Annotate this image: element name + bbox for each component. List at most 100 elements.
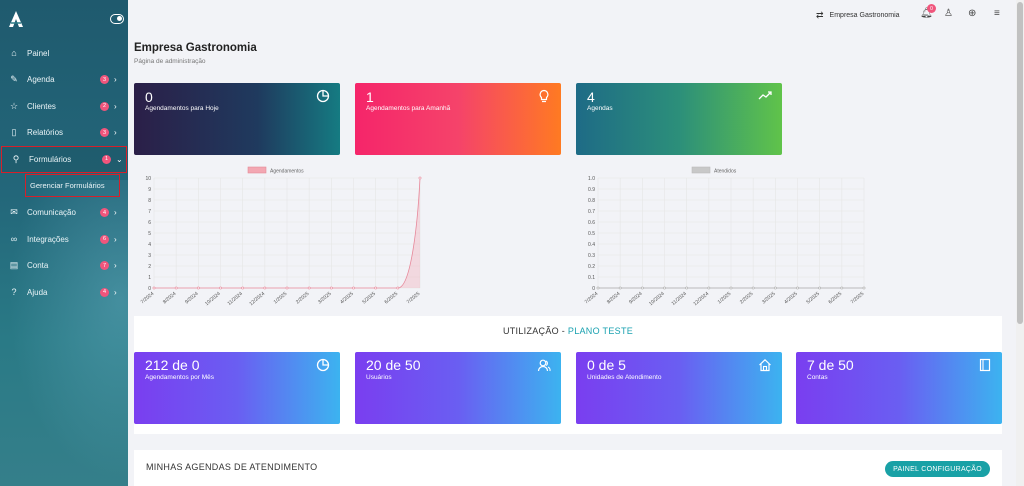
usage-card-unidades[interactable]: 0 de 5 Unidades de Atendimento	[576, 352, 782, 424]
sidebar-item-label: Comunicação	[27, 208, 76, 218]
help-icon: ?	[11, 287, 17, 298]
y-tick-label: 9	[148, 187, 151, 193]
x-tick-label: 12/2024	[692, 291, 710, 307]
users-icon	[537, 359, 551, 372]
usage-card-contas[interactable]: 7 de 50 Contas	[796, 352, 1002, 424]
chevron-right-icon: ›	[114, 261, 117, 271]
x-tick-label: 7/2025	[406, 291, 422, 306]
count-badge: 3	[100, 128, 109, 138]
x-tick-label: 3/2025	[317, 291, 333, 306]
usage-card-usuarios[interactable]: 20 de 50 Usuários	[355, 352, 561, 424]
sidebar-item-ajuda[interactable]: ? Ajuda 4 ›	[0, 279, 128, 306]
sidebar-item-relatorios[interactable]: ▯ Relatórios 3 ›	[0, 120, 128, 147]
x-tick-label: 6/2025	[384, 291, 400, 306]
y-tick-label: 2	[148, 264, 151, 270]
notification-badge: 0	[927, 4, 936, 13]
company-name: Empresa Gastronomia	[829, 12, 900, 19]
x-tick-label: 8/2024	[162, 291, 178, 306]
scrollbar-thumb[interactable]	[1017, 2, 1023, 324]
page-title: Empresa Gastronomia	[134, 42, 257, 54]
sidebar-toggle-icon[interactable]	[110, 14, 124, 24]
x-tick-label: 6/2025	[828, 291, 844, 306]
trend-icon	[758, 91, 772, 100]
chevron-right-icon: ›	[114, 208, 117, 218]
x-tick-label: 7/2025	[850, 291, 866, 306]
sidebar-item-clientes[interactable]: ☆ Clientes 2 ›	[0, 93, 128, 120]
stat-value: 0	[145, 89, 153, 105]
stat-value: 1	[366, 89, 374, 105]
x-tick-label: 11/2024	[227, 291, 245, 307]
agendamentos-chart: Agendamentos0123456789107/2024 8/2024 9/20…	[140, 166, 422, 307]
agendas-panel: MINHAS AGENDAS DE ATENDIMENTO PAINEL CON…	[134, 450, 1002, 486]
company-switcher[interactable]: ⇄ Empresa Gastronomia	[816, 10, 900, 21]
data-point	[596, 286, 600, 290]
data-point	[773, 286, 777, 290]
y-tick-label: 10	[145, 176, 151, 182]
usage-card-agendamentos[interactable]: 212 de 0 Agendamentos por Mês	[134, 352, 340, 424]
y-tick-label: 0.8	[588, 198, 595, 204]
chevron-down-icon: ⌄	[116, 154, 123, 164]
data-point	[862, 286, 866, 290]
menu-icon[interactable]: ≡	[994, 8, 1000, 19]
utilizacao-label: UTILIZAÇÃO	[502, 326, 559, 336]
stat-card-today[interactable]: 0 Agendamentos para Hoje	[134, 83, 340, 155]
data-point	[396, 286, 400, 290]
legend-swatch	[691, 166, 711, 174]
page-subtitle: Página de administração	[134, 58, 206, 65]
sidebar-subitem-gerenciar-formularios[interactable]: Gerenciar Formulários	[25, 173, 120, 197]
usage-value: 20 de 50	[366, 357, 421, 373]
x-tick-label: 5/2025	[805, 291, 821, 306]
y-tick-label: 1	[148, 275, 151, 281]
utilizacao-separator: -	[561, 326, 566, 336]
y-tick-label: 7	[148, 209, 151, 215]
legend-swatch	[247, 166, 267, 174]
sidebar-item-formularios[interactable]: ⚲ Formulários 1 ⌄	[1, 146, 127, 173]
chevron-right-icon: ›	[114, 287, 117, 297]
x-tick-label: 4/2025	[783, 291, 799, 306]
count-badge: 4	[100, 287, 109, 297]
data-point	[152, 286, 156, 290]
painel-configuracao-button[interactable]: PAINEL CONFIGURAÇÃO	[885, 461, 990, 477]
utilizacao-panel: UTILIZAÇÃO - PLANO TESTE 212 de 0 Agenda…	[134, 316, 1002, 434]
usage-label: Agendamentos por Mês	[145, 374, 215, 381]
data-point	[196, 286, 200, 290]
y-tick-label: 4	[148, 242, 151, 248]
usage-value: 212 de 0	[145, 357, 200, 373]
sidebar-item-integracoes[interactable]: ∞ Integrações 6 ›	[0, 226, 128, 253]
usage-label: Unidades de Atendimento	[587, 374, 662, 381]
user-icon[interactable]: ♙	[944, 8, 953, 19]
x-tick-label: 3/2025	[761, 291, 777, 306]
star-icon: ☆	[9, 100, 19, 111]
data-point	[707, 286, 711, 290]
chevron-right-icon: ›	[114, 234, 117, 244]
usage-value: 0 de 5	[587, 357, 626, 373]
stat-card-agendas[interactable]: 4 Agendas	[576, 83, 782, 155]
stat-value: 4	[587, 89, 595, 105]
y-tick-label: 0.4	[588, 242, 595, 248]
x-tick-label: 10/2024	[204, 291, 222, 307]
x-tick-label: 8/2024	[606, 291, 622, 306]
sidebar-item-label: Integrações	[27, 234, 69, 244]
sidebar-item-comunicacao[interactable]: ✉ Comunicação 4 ›	[0, 200, 128, 227]
sidebar-item-agenda[interactable]: ✎ Agenda 3 ›	[0, 67, 128, 94]
data-point	[796, 286, 799, 290]
y-tick-label: 6	[148, 220, 151, 226]
x-tick-label: 1/2025	[717, 291, 733, 306]
globe-icon[interactable]: ⊕	[968, 8, 976, 19]
stat-card-tomorrow[interactable]: 1 Agendamentos para Amanhã	[355, 83, 561, 155]
plan-name: PLANO TESTE	[567, 326, 634, 336]
sidebar-item-label: Relatórios	[27, 128, 64, 138]
legend-label: Atendidos	[714, 169, 737, 175]
sidebar-item-label: Painel	[27, 48, 50, 58]
x-tick-label: 9/2024	[628, 291, 644, 306]
legend-label: Agendamentos	[270, 169, 304, 175]
mail-icon: ✉	[10, 207, 18, 218]
sidebar-item-label: Clientes	[27, 101, 56, 111]
sidebar-item-painel[interactable]: ⌂ Painel	[0, 40, 128, 67]
y-tick-label: 0.6	[588, 220, 595, 226]
y-tick-label: 0.7	[588, 209, 595, 215]
y-tick-label: 8	[148, 198, 151, 204]
sidebar-item-conta[interactable]: ▤ Conta 7 ›	[0, 253, 128, 280]
brand-logo-icon[interactable]	[8, 10, 24, 28]
search-icon: ⚲	[12, 153, 20, 164]
